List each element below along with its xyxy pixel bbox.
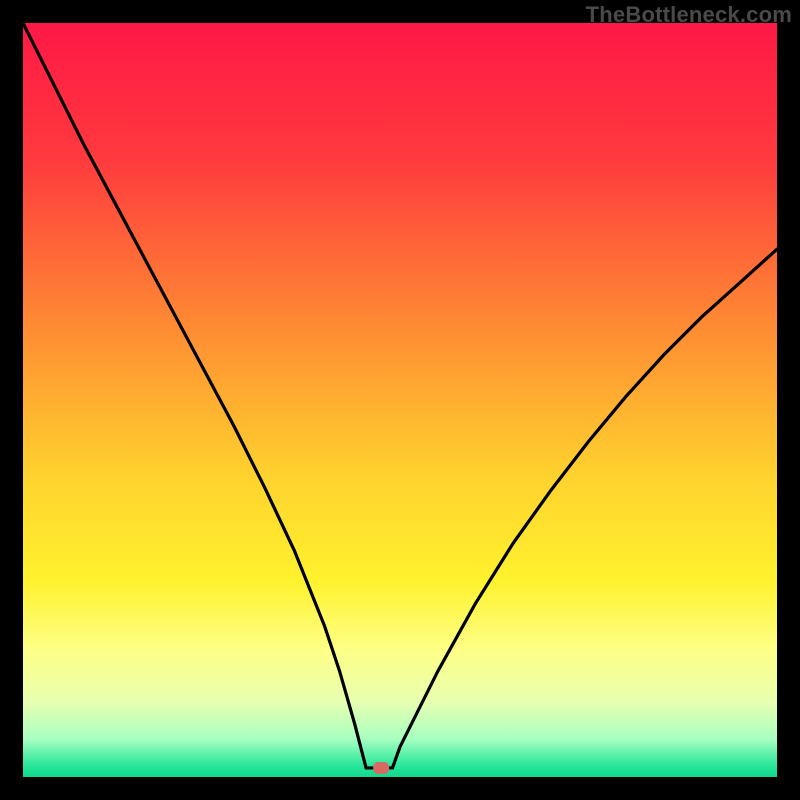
bottleneck-chart	[23, 23, 777, 777]
plot-area	[23, 23, 777, 777]
optimum-marker	[373, 762, 389, 774]
chart-container: TheBottleneck.com	[0, 0, 800, 800]
watermark-label: TheBottleneck.com	[586, 2, 792, 28]
gradient-background	[23, 23, 777, 777]
